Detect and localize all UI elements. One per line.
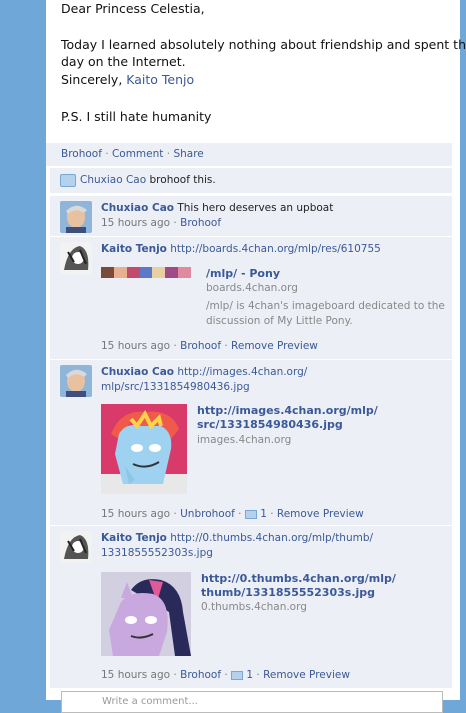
brohoof-count[interactable]: 1 xyxy=(246,669,253,681)
likes-text: brohoof this. xyxy=(149,174,216,186)
letter-ps: P.S. I still hate humanity xyxy=(61,109,212,124)
comment-url[interactable]: http://boards.4chan.org/mlp/res/610755 xyxy=(170,243,381,255)
preview-description: /mlp/ is 4chan's imageboard dedicated to… xyxy=(206,300,445,327)
story-actions: Brohoof · Comment · Share xyxy=(46,143,452,166)
comment-url[interactable]: http://0.thumbs.4chan.org/mlp/thumb/ xyxy=(170,532,373,544)
preview-title[interactable]: http://0.thumbs.4chan.org/mlp/ thumb/133… xyxy=(201,572,396,600)
avatar[interactable] xyxy=(60,242,92,274)
comment-author[interactable]: Chuxiao Cao xyxy=(101,366,174,378)
brohoof-icon xyxy=(60,173,76,187)
letter-greeting: Dear Princess Celestia, xyxy=(61,1,205,16)
preview-title[interactable]: /mlp/ - Pony xyxy=(206,267,280,281)
comment-item: Kaito Tenjo http://0.thumbs.4chan.org/ml… xyxy=(50,525,452,688)
brohoof-icon xyxy=(244,509,257,519)
letter-signoff: Sincerely, xyxy=(61,72,123,87)
comment-time[interactable]: 15 hours ago xyxy=(101,669,170,681)
comment-time[interactable]: 15 hours ago xyxy=(101,217,170,229)
separator: · xyxy=(166,148,171,160)
liker-link[interactable]: Chuxiao Cao xyxy=(80,174,146,186)
preview-domain: boards.4chan.org xyxy=(206,282,298,294)
avatar[interactable] xyxy=(60,531,92,563)
brohoof-link[interactable]: Brohoof xyxy=(180,340,221,352)
share-link[interactable]: Share xyxy=(173,148,203,160)
comment-author[interactable]: Chuxiao Cao xyxy=(101,202,174,214)
comment-url-cont[interactable]: mlp/src/1331854980436.jpg xyxy=(101,380,441,395)
comment-item: Kaito Tenjo http://boards.4chan.org/mlp/… xyxy=(50,236,452,359)
preview-domain: images.4chan.org xyxy=(197,434,292,446)
remove-preview-link[interactable]: Remove Preview xyxy=(277,508,364,520)
separator: · xyxy=(105,148,109,160)
comment-url[interactable]: http://images.4chan.org/ xyxy=(177,366,307,378)
preview-image[interactable] xyxy=(101,572,191,656)
likes-row: Chuxiao Cao brohoof this. xyxy=(50,168,452,193)
comment-time[interactable]: 15 hours ago xyxy=(101,340,170,352)
comment-url-cont[interactable]: 1331855552303s.jpg xyxy=(101,546,441,561)
letter-body-2: day on the Internet. xyxy=(61,54,186,69)
preview-thumbnail-strip[interactable] xyxy=(101,267,192,278)
brohoof-count[interactable]: 1 xyxy=(260,508,267,520)
remove-preview-link[interactable]: Remove Preview xyxy=(231,340,318,352)
story-panel: Dear Princess Celestia, Today I learned … xyxy=(46,0,466,713)
letter-body-1: Today I learned absolutely nothing about… xyxy=(61,37,466,52)
unbrohoof-link[interactable]: Unbrohoof xyxy=(180,508,235,520)
brohoof-link[interactable]: Brohoof xyxy=(61,148,102,160)
comment-item: Chuxiao Cao This hero deserves an upboat… xyxy=(50,195,452,236)
avatar[interactable] xyxy=(60,365,92,397)
comment-link[interactable]: Comment xyxy=(112,148,163,160)
brohoof-link[interactable]: Brohoof xyxy=(180,217,221,229)
comment-time[interactable]: 15 hours ago xyxy=(101,508,170,520)
brohoof-icon xyxy=(231,670,244,680)
avatar[interactable] xyxy=(60,201,92,233)
comment-author[interactable]: Kaito Tenjo xyxy=(101,243,167,255)
preview-domain: 0.thumbs.4chan.org xyxy=(201,601,307,613)
comment-input[interactable]: Write a comment... xyxy=(61,691,443,713)
preview-image[interactable] xyxy=(101,404,187,494)
comment-author[interactable]: Kaito Tenjo xyxy=(101,532,167,544)
author-link[interactable]: Kaito Tenjo xyxy=(126,72,194,87)
brohoof-link[interactable]: Brohoof xyxy=(180,669,221,681)
comment-item: Chuxiao Cao http://images.4chan.org/ mlp… xyxy=(50,359,452,525)
preview-title[interactable]: http://images.4chan.org/mlp/ src/1331854… xyxy=(197,404,378,432)
remove-preview-link[interactable]: Remove Preview xyxy=(263,669,350,681)
comment-input-placeholder: Write a comment... xyxy=(102,696,198,707)
comment-text: This hero deserves an upboat xyxy=(177,202,334,214)
